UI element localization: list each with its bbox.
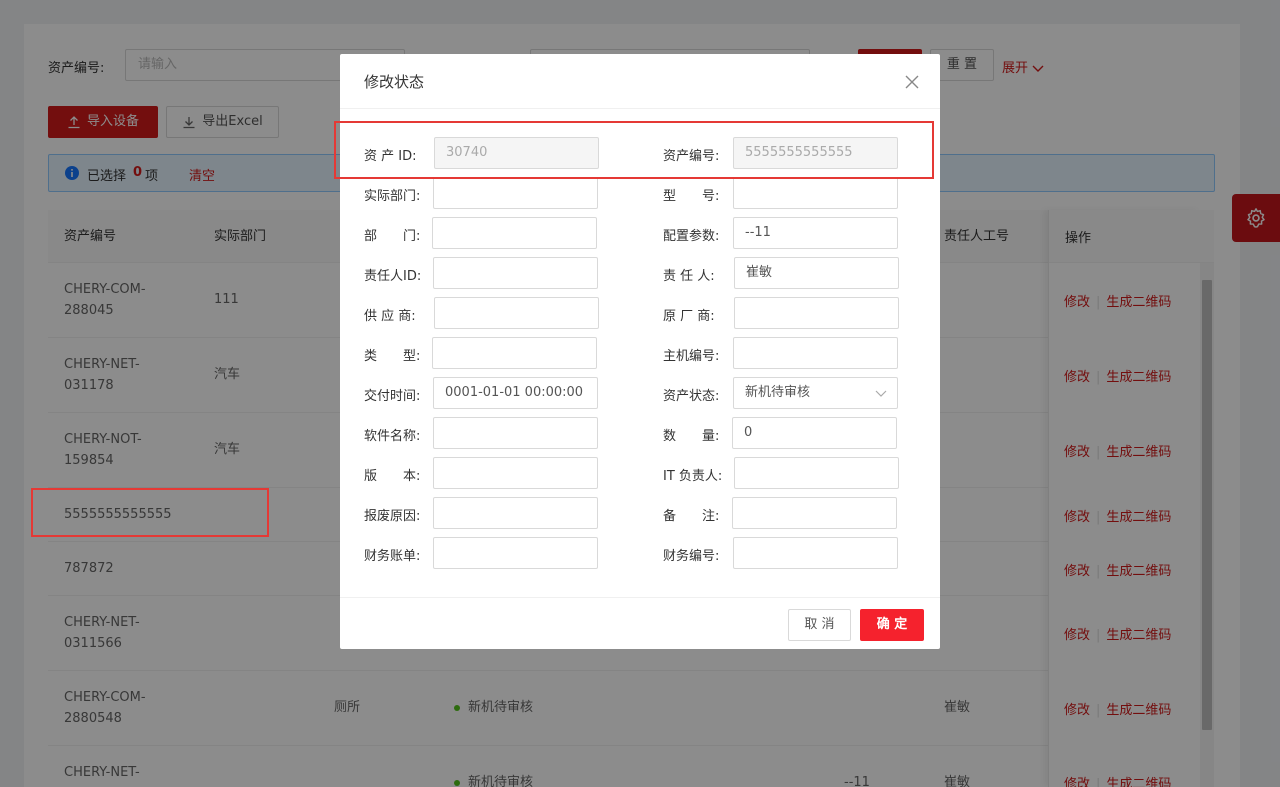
it-owner-label: IT 负责人: bbox=[663, 469, 723, 484]
owner-label: 责 任 人: bbox=[663, 269, 715, 284]
confirm-button[interactable]: 确 定 bbox=[860, 609, 924, 641]
dept-field[interactable] bbox=[432, 217, 597, 249]
remark-label: 备 注: bbox=[663, 509, 720, 524]
model-label: 型 号: bbox=[663, 189, 720, 204]
edit-status-modal: 修改状态 资 产 ID: 30740 资产编号: 5555555555555 实… bbox=[340, 54, 940, 649]
finance-bill-field[interactable] bbox=[433, 537, 598, 569]
config-label: 配置参数: bbox=[663, 229, 720, 244]
it-owner-field[interactable] bbox=[734, 457, 899, 489]
asset-no-field[interactable]: 5555555555555 bbox=[733, 137, 898, 169]
finance-no-field[interactable] bbox=[733, 537, 898, 569]
finance-bill-label: 财务账单: bbox=[364, 549, 421, 564]
quantity-field[interactable]: 0 bbox=[732, 417, 897, 449]
type-field[interactable] bbox=[432, 337, 597, 369]
supplier-field[interactable] bbox=[434, 297, 599, 329]
actual-dept-field[interactable] bbox=[433, 177, 598, 209]
asset-status-label: 资产状态: bbox=[663, 389, 720, 404]
supplier-label: 供 应 商: bbox=[364, 309, 416, 324]
host-no-field[interactable] bbox=[733, 337, 898, 369]
cancel-button[interactable]: 取 消 bbox=[788, 609, 851, 641]
modal-header: 修改状态 bbox=[340, 54, 940, 109]
asset-status-value: 新机待审核 bbox=[745, 385, 811, 400]
asset-no-label: 资产编号: bbox=[663, 149, 720, 164]
version-label: 版 本: bbox=[364, 469, 421, 484]
version-field[interactable] bbox=[433, 457, 598, 489]
delivery-time-field[interactable]: 0001-01-01 00:00:00 bbox=[433, 377, 598, 409]
owner-id-field[interactable] bbox=[433, 257, 598, 289]
manufacturer-label: 原 厂 商: bbox=[663, 309, 715, 324]
modal-title: 修改状态 bbox=[364, 73, 425, 91]
scrap-reason-field[interactable] bbox=[433, 497, 598, 529]
remark-field[interactable] bbox=[732, 497, 897, 529]
asset-id-label: 资 产 ID: bbox=[364, 149, 417, 164]
host-no-label: 主机编号: bbox=[663, 349, 720, 364]
finance-no-label: 财务编号: bbox=[663, 549, 720, 564]
close-icon[interactable] bbox=[900, 70, 924, 94]
software-field[interactable] bbox=[433, 417, 598, 449]
actual-dept-label: 实际部门: bbox=[364, 189, 421, 204]
delivery-time-label: 交付时间: bbox=[364, 389, 421, 404]
chevron-down-icon bbox=[875, 390, 887, 397]
asset-status-select[interactable]: 新机待审核 bbox=[733, 377, 898, 409]
owner-field[interactable]: 崔敏 bbox=[734, 257, 899, 289]
software-label: 软件名称: bbox=[364, 429, 421, 444]
model-field[interactable] bbox=[733, 177, 898, 209]
modal-footer: 取 消 确 定 bbox=[340, 597, 940, 649]
dept-label: 部 门: bbox=[364, 229, 421, 244]
type-label: 类 型: bbox=[364, 349, 421, 364]
asset-id-field[interactable]: 30740 bbox=[434, 137, 599, 169]
quantity-label: 数 量: bbox=[663, 429, 720, 444]
manufacturer-field[interactable] bbox=[734, 297, 899, 329]
scrap-reason-label: 报废原因: bbox=[364, 509, 421, 524]
owner-id-label: 责任人ID: bbox=[364, 269, 422, 284]
config-field[interactable]: --11 bbox=[733, 217, 898, 249]
